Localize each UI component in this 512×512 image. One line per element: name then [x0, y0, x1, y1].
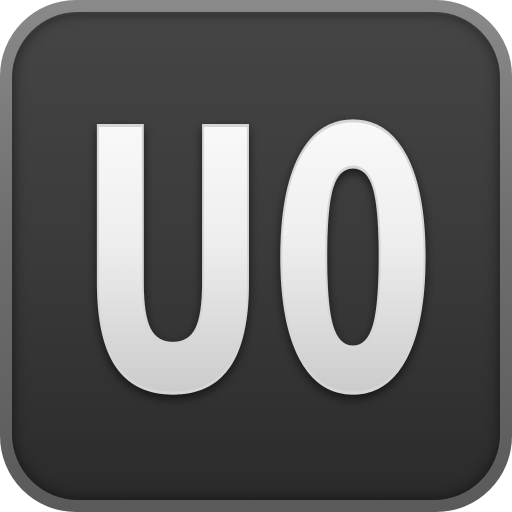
app-icon-face: U0	[12, 12, 500, 500]
app-icon[interactable]: U0	[0, 0, 512, 512]
u0-monogram: U0	[75, 53, 438, 475]
monogram-text: U0	[76, 54, 436, 473]
